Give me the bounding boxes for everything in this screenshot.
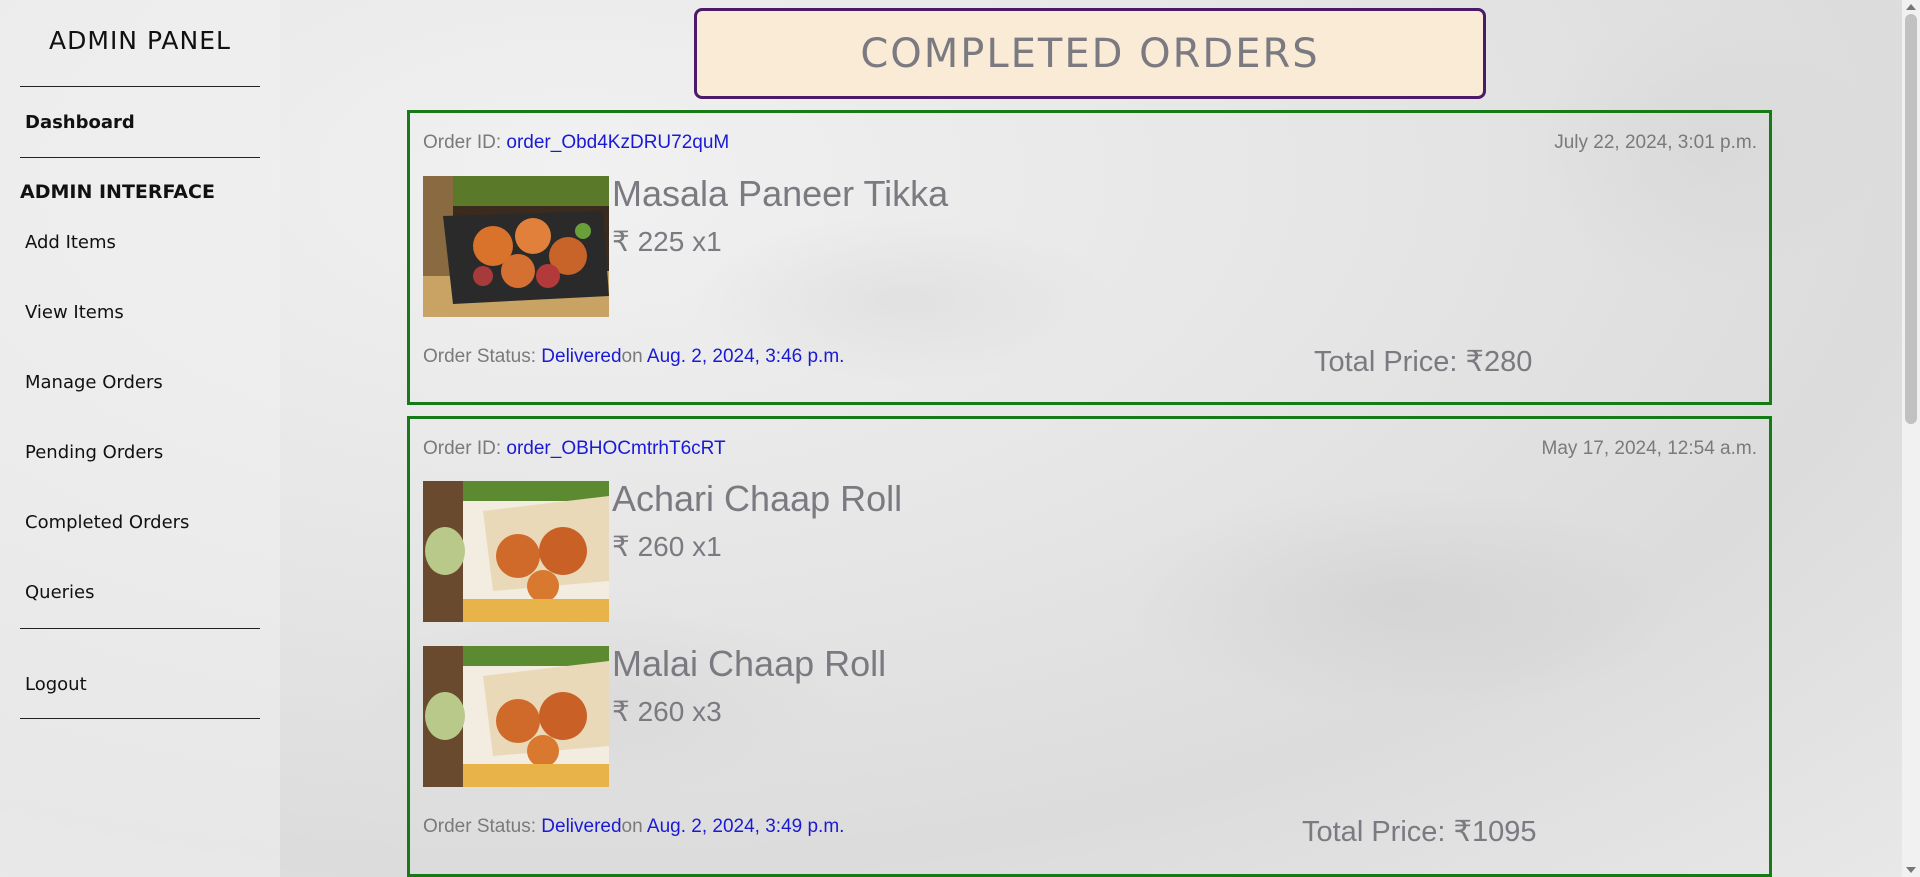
item-price: ₹ 260 x1 (612, 531, 722, 562)
order-status-label: Order Status: (423, 816, 536, 837)
sidebar-divider (20, 86, 260, 87)
scroll-up-icon[interactable] (1906, 4, 1916, 10)
logout-link[interactable]: Logout (25, 674, 87, 695)
order-total-price: Total Price: ₹280 (1314, 346, 1533, 378)
admin-interface-heading: ADMIN INTERFACE (20, 181, 215, 203)
scroll-down-icon[interactable] (1906, 867, 1916, 873)
item-name: Masala Paneer Tikka (612, 173, 949, 214)
item-name: Achari Chaap Roll (612, 478, 903, 519)
order-status-value: Delivered (541, 816, 622, 837)
order-status-row: Order Status: Deliveredon Aug. 2, 2024, … (423, 346, 844, 368)
order-date: May 17, 2024, 12:54 a.m. (1541, 438, 1757, 459)
item-image-masala-paneer-tikka (423, 176, 609, 317)
order-status-on-label: on (621, 816, 643, 837)
order-delivered-date: Aug. 2, 2024, 3:49 p.m. (646, 816, 845, 837)
order-id-label: Order ID: (423, 438, 502, 459)
admin-panel-brand: ADMIN PANEL (49, 26, 231, 55)
page-title-banner: COMPLETED ORDERS (694, 8, 1486, 99)
sidebar-item-queries[interactable]: Queries (25, 582, 95, 603)
order-delivered-date: Aug. 2, 2024, 3:46 p.m. (646, 346, 845, 367)
item-price: ₹ 225 x1 (612, 226, 722, 257)
sidebar-divider (20, 628, 260, 629)
order-id-value[interactable]: order_OBHOCmtrhT6cRT (506, 438, 725, 459)
sidebar-divider (20, 718, 260, 719)
order-id-row: Order ID: order_Obd4KzDRU72quM (423, 132, 729, 154)
sidebar: ADMIN PANEL Dashboard ADMIN INTERFACE Ad… (0, 0, 280, 877)
order-date: July 22, 2024, 3:01 p.m. (1554, 132, 1757, 153)
item-image-achari-chaap-roll (423, 481, 609, 622)
sidebar-divider (20, 157, 260, 158)
sidebar-item-completed-orders[interactable]: Completed Orders (25, 512, 189, 533)
sidebar-item-add-items[interactable]: Add Items (25, 232, 116, 253)
page-title: COMPLETED ORDERS (860, 30, 1320, 77)
item-name: Malai Chaap Roll (612, 643, 887, 684)
order-total-price: Total Price: ₹1095 (1302, 816, 1537, 848)
item-price: ₹ 260 x3 (612, 696, 722, 727)
order-id-row: Order ID: order_OBHOCmtrhT6cRT (423, 438, 726, 460)
scroll-thumb[interactable] (1905, 14, 1917, 424)
order-id-label: Order ID: (423, 132, 502, 153)
sidebar-item-pending-orders[interactable]: Pending Orders (25, 442, 163, 463)
order-status-value: Delivered (541, 346, 622, 367)
order-card: Order ID: order_Obd4KzDRU72quM July 22, … (407, 110, 1772, 405)
page-scrollbar[interactable] (1902, 0, 1920, 877)
order-card: Order ID: order_OBHOCmtrhT6cRT May 17, 2… (407, 416, 1772, 877)
sidebar-item-manage-orders[interactable]: Manage Orders (25, 372, 163, 393)
sidebar-item-view-items[interactable]: View Items (25, 302, 124, 323)
item-image-malai-chaap-roll (423, 646, 609, 787)
order-id-value[interactable]: order_Obd4KzDRU72quM (506, 132, 729, 153)
order-status-on-label: on (621, 346, 643, 367)
sidebar-item-dashboard[interactable]: Dashboard (25, 112, 135, 133)
order-status-row: Order Status: Deliveredon Aug. 2, 2024, … (423, 816, 844, 838)
order-status-label: Order Status: (423, 346, 536, 367)
